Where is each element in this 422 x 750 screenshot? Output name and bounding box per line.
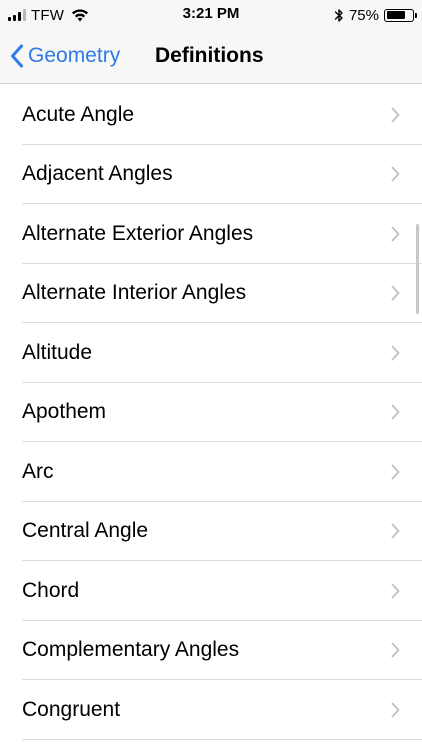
chevron-right-icon (391, 642, 400, 658)
battery-percent: 75% (348, 6, 379, 24)
list-item-label: Alternate Interior Angles (22, 281, 247, 305)
list-item[interactable]: Complementary Angles (0, 621, 422, 681)
back-button[interactable]: Geometry (10, 40, 120, 72)
list-item[interactable]: Acute Angle (0, 85, 422, 145)
navigation-bar: Geometry Definitions (0, 30, 422, 84)
status-bar: TFW 3:21 PM 75% (0, 0, 422, 30)
back-button-label: Geometry (28, 44, 121, 67)
battery-icon (384, 8, 417, 22)
chevron-right-icon (391, 226, 400, 242)
chevron-right-icon (391, 583, 400, 599)
chevron-right-icon (391, 345, 400, 361)
list-item[interactable]: Alternate Exterior Angles (0, 204, 422, 264)
battery-nub (415, 12, 417, 18)
list-item-label: Congruent (22, 697, 121, 721)
list-item-label: Acute Angle (22, 102, 135, 126)
chevron-right-icon (391, 404, 400, 420)
list-item-label: Adjacent Angles (22, 162, 173, 186)
chevron-left-icon (11, 44, 23, 68)
list-item-label: Complementary Angles (22, 638, 240, 662)
list-item-label: Apothem (22, 400, 107, 424)
list-item[interactable]: Alternate Interior Angles (0, 264, 422, 324)
list-item-label: Altitude (22, 340, 93, 364)
list-item[interactable]: Congruent (0, 680, 422, 740)
list-item[interactable]: Apothem (0, 383, 422, 443)
chevron-right-icon (391, 166, 400, 182)
list-item-label: Alternate Exterior Angles (22, 221, 254, 245)
status-right: 75% (334, 6, 417, 24)
list-item[interactable]: Chord (0, 561, 422, 621)
list-item[interactable]: Arc (0, 442, 422, 502)
scrollbar[interactable] (416, 224, 419, 314)
list-item-label: Central Angle (22, 519, 149, 543)
chevron-right-icon (391, 285, 400, 301)
battery-fill (386, 11, 405, 19)
chevron-right-icon (391, 107, 400, 123)
bluetooth-icon (334, 8, 343, 22)
chevron-right-icon (391, 702, 400, 718)
list-item[interactable]: Adjacent Angles (0, 145, 422, 205)
list-item[interactable]: Central Angle (0, 502, 422, 562)
screen: TFW 3:21 PM 75% Geometry Definitions Acu… (0, 0, 422, 750)
page-title: Definitions (155, 44, 264, 67)
list-item[interactable]: Altitude (0, 323, 422, 383)
definitions-list: Acute Angle Adjacent Angles Alternate Ex… (0, 85, 422, 740)
list-item-label: Arc (22, 459, 54, 483)
chevron-right-icon (391, 523, 400, 539)
list-item-label: Chord (22, 578, 80, 602)
chevron-right-icon (391, 464, 400, 480)
